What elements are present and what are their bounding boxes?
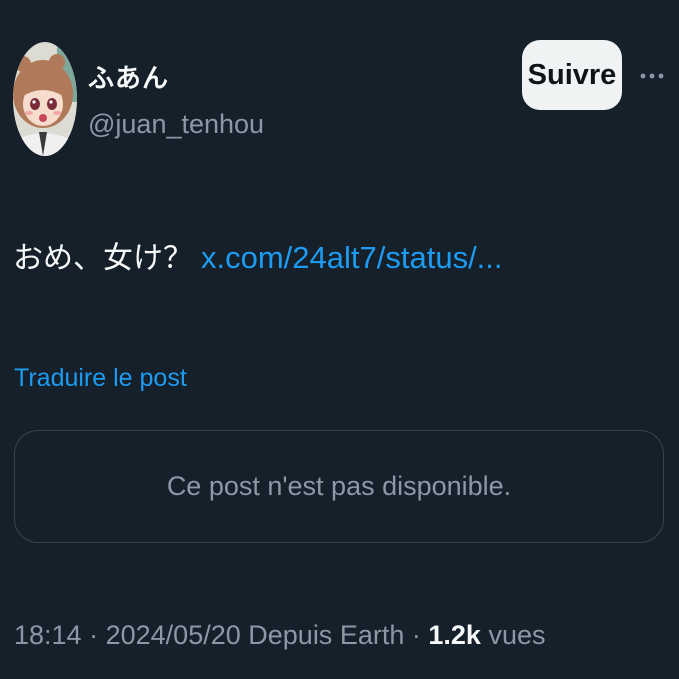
post-date[interactable]: 2024/05/20	[106, 620, 241, 650]
post-link[interactable]: x.com/24alt7/status/...	[201, 240, 503, 275]
quoted-post-card[interactable]: Ce post n'est pas disponible.	[14, 430, 664, 543]
display-name[interactable]: ふあん	[88, 58, 169, 95]
follow-button[interactable]: Suivre	[522, 40, 622, 110]
more-options-button[interactable]	[637, 58, 667, 94]
post-meta: 18:14 · 2024/05/20 Depuis Earth · 1.2k v…	[14, 620, 546, 651]
views-label: vues	[488, 620, 546, 650]
meta-separator: ·	[89, 620, 99, 650]
post-view: ふあん @juan_tenhou Suivre おめ、女け？ x.com/24al…	[0, 0, 679, 679]
views-count[interactable]: 1.2k	[428, 620, 481, 650]
user-handle[interactable]: @juan_tenhou	[88, 109, 264, 140]
meta-separator: ·	[411, 620, 421, 650]
translate-post-link[interactable]: Traduire le post	[14, 364, 187, 393]
avatar[interactable]	[13, 42, 77, 156]
post-text-content: おめ、女け？	[13, 241, 193, 276]
unavailable-message: Ce post n'est pas disponible.	[166, 471, 512, 501]
post-time[interactable]: 18:14	[14, 620, 82, 650]
more-horizontal-icon	[640, 73, 664, 79]
avatar-image	[13, 42, 77, 156]
post-source: Depuis Earth	[248, 620, 405, 650]
post-text: おめ、女け？ x.com/24alt7/status/...	[13, 233, 503, 277]
